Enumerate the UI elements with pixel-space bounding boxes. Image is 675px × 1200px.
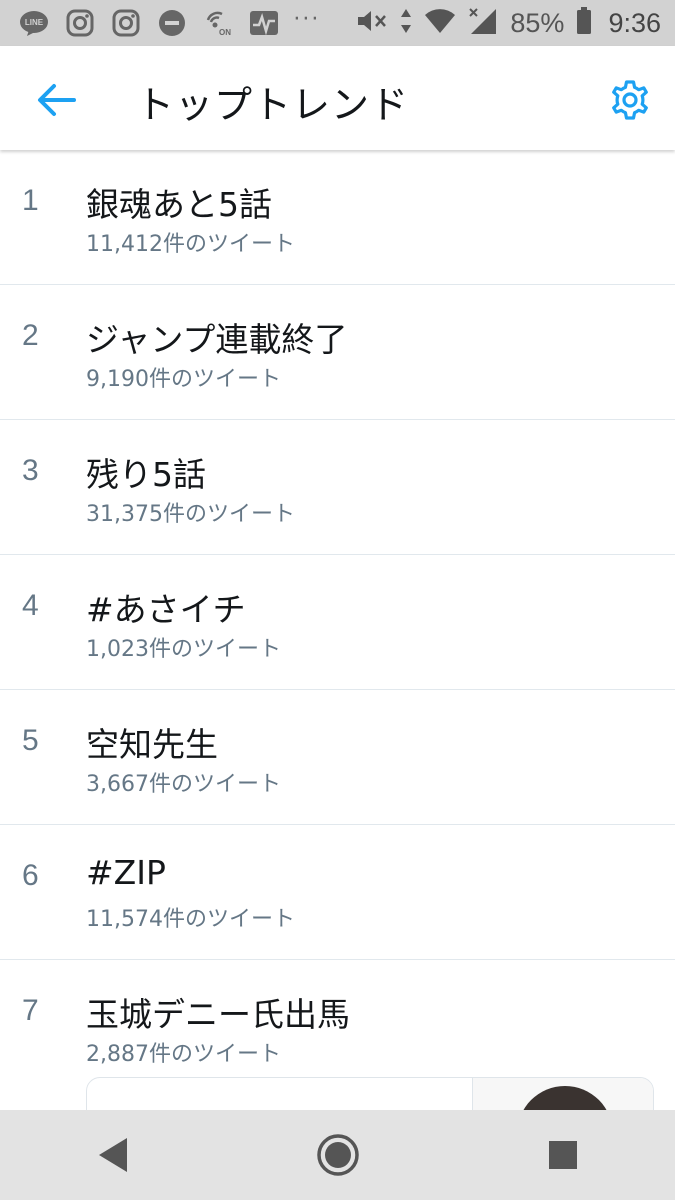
back-triangle-icon <box>98 1138 127 1172</box>
activity-icon <box>248 7 280 39</box>
trend-name: 玉城デニー氏出馬 <box>86 995 350 1034</box>
cell-signal-icon <box>468 7 498 39</box>
trend-name: #ZIP <box>86 853 166 892</box>
nav-home-button[interactable] <box>298 1115 378 1195</box>
recents-square-icon <box>548 1141 577 1169</box>
trend-rank: 4 <box>22 589 39 622</box>
mute-icon <box>356 7 388 39</box>
trend-name: 空知先生 <box>86 725 218 764</box>
status-bar: LINE ON ··· 85% 9:36 <box>0 0 675 46</box>
nav-recents-button[interactable] <box>523 1115 603 1195</box>
trend-item[interactable]: 4 #あさイチ 1,023件のツイート <box>0 555 675 690</box>
arrow-left-icon <box>38 84 76 116</box>
system-nav-bar <box>0 1110 675 1200</box>
trend-item[interactable]: 5 空知先生 3,667件のツイート <box>0 690 675 825</box>
trend-name: #あさイチ <box>86 590 246 629</box>
svg-text:ON: ON <box>219 28 231 37</box>
trend-item[interactable]: 2 ジャンプ連載終了 9,190件のツイート <box>0 285 675 420</box>
trend-tweet-count: 3,667件のツイート <box>86 772 281 797</box>
clock: 9:36 <box>608 7 661 38</box>
app-header: トップトレンド <box>0 46 675 150</box>
battery-percent: 85% <box>510 7 565 38</box>
trends-list: 1 銀魂あと5話 11,412件のツイート 2 ジャンプ連載終了 9,190件の… <box>0 150 675 1100</box>
home-circle-icon <box>316 1134 359 1176</box>
nfc-on-icon: ON <box>202 7 234 39</box>
trend-tweet-count: 2,887件のツイート <box>86 1042 281 1067</box>
battery-icon <box>576 7 592 39</box>
instagram-icon <box>64 7 96 39</box>
trend-tweet-count: 9,190件のツイート <box>86 367 281 392</box>
trend-rank: 2 <box>22 319 39 352</box>
trend-tweet-count: 11,574件のツイート <box>86 907 295 932</box>
trend-item[interactable]: 6 #ZIP 11,574件のツイート <box>0 825 675 960</box>
svg-text:LINE: LINE <box>25 18 44 27</box>
trend-tweet-count: 1,023件のツイート <box>86 637 281 662</box>
overflow-dots: ··· <box>293 6 321 32</box>
trend-rank: 3 <box>22 454 39 487</box>
nav-back-button[interactable] <box>73 1115 153 1195</box>
trend-item[interactable]: 1 銀魂あと5話 11,412件のツイート <box>0 150 675 285</box>
trend-name: ジャンプ連載終了 <box>86 320 348 359</box>
wifi-icon <box>424 8 456 38</box>
settings-button[interactable] <box>606 76 654 124</box>
trend-rank: 7 <box>22 994 39 1027</box>
trend-tweet-count: 31,375件のツイート <box>86 502 295 527</box>
trend-item[interactable]: 3 残り5話 31,375件のツイート <box>0 420 675 555</box>
data-updown-icon <box>400 8 412 38</box>
trend-rank: 6 <box>22 859 39 892</box>
line-icon: LINE <box>18 7 50 39</box>
do-not-disturb-icon <box>156 7 188 39</box>
gear-icon <box>612 80 648 120</box>
trend-rank: 5 <box>22 724 39 757</box>
trend-name: 残り5話 <box>86 455 206 494</box>
trend-tweet-count: 11,412件のツイート <box>86 232 295 257</box>
trend-rank: 1 <box>22 184 39 217</box>
page-title: トップトレンド <box>136 83 410 127</box>
back-button[interactable] <box>28 76 84 124</box>
trend-name: 銀魂あと5話 <box>86 185 272 224</box>
instagram-icon <box>110 7 142 39</box>
